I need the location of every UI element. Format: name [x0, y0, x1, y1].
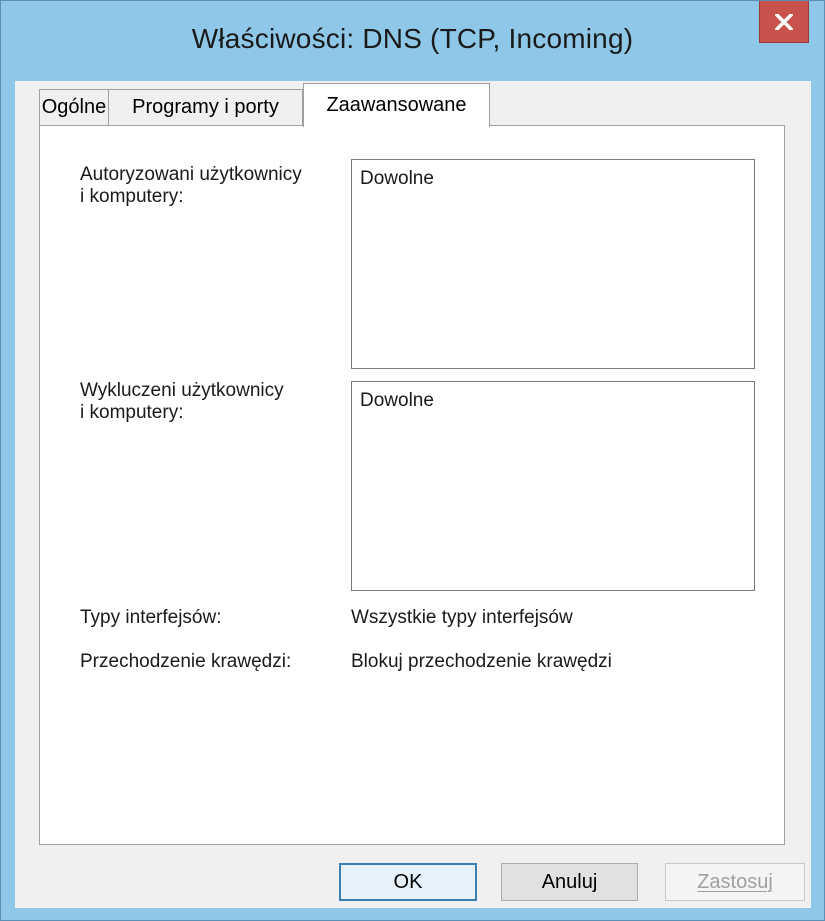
tab-general[interactable]: Ogólne — [39, 89, 109, 125]
edge-traversal-value: Blokuj przechodzenie krawędzi — [351, 651, 612, 672]
cancel-button[interactable]: Anuluj — [501, 863, 638, 901]
excluded-users-listbox[interactable]: Dowolne — [351, 381, 755, 591]
interface-types-value: Wszystkie typy interfejsów — [351, 607, 573, 628]
tab-programs-and-ports[interactable]: Programy i porty — [108, 89, 303, 125]
close-icon — [775, 13, 793, 30]
close-button[interactable] — [759, 1, 809, 43]
apply-button[interactable]: Zastosuj — [665, 863, 805, 901]
edge-traversal-label: Przechodzenie krawędzi: — [80, 651, 292, 672]
apply-button-label: Zastosuj — [697, 870, 773, 893]
authorized-users-listbox[interactable]: Dowolne — [351, 159, 755, 369]
properties-dialog: Właściwości: DNS (TCP, Incoming) Ogólne … — [0, 0, 825, 921]
advanced-tab-panel: Autoryzowani użytkownicy i komputery: Do… — [39, 125, 785, 845]
ok-button[interactable]: OK — [339, 863, 477, 901]
dialog-client-area: Ogólne Programy i porty Zaawansowane Aut… — [15, 81, 811, 908]
excluded-users-label: Wykluczeni użytkownicy i komputery: — [80, 380, 284, 423]
list-item[interactable]: Dowolne — [360, 168, 434, 190]
interface-types-label: Typy interfejsów: — [80, 607, 222, 628]
authorized-users-label: Autoryzowani użytkownicy i komputery: — [80, 164, 302, 207]
tab-advanced[interactable]: Zaawansowane — [303, 83, 490, 127]
list-item[interactable]: Dowolne — [360, 390, 434, 412]
title-bar[interactable]: Właściwości: DNS (TCP, Incoming) — [1, 1, 824, 81]
window-title: Właściwości: DNS (TCP, Incoming) — [191, 23, 634, 54]
